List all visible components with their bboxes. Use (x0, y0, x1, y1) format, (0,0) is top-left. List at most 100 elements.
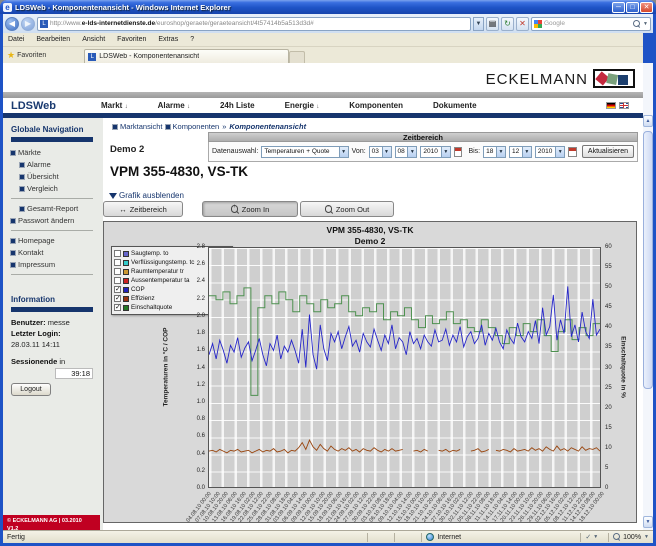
bis-month-select[interactable]: 12▼ (509, 146, 532, 158)
search-input[interactable]: Google ▼ (531, 17, 651, 31)
zoom-out-button[interactable]: −Zoom Out (300, 201, 394, 217)
menu-ansicht[interactable]: Ansicht (82, 36, 105, 43)
sidebar-item-maerkte[interactable]: Märkte (11, 148, 103, 157)
search-dropdown-icon[interactable]: ▼ (643, 21, 648, 27)
chevron-down-icon[interactable]: ▼ (644, 534, 649, 540)
sidebar-item-gesamt-report[interactable]: Gesamt-Report (20, 204, 103, 213)
search-icon[interactable] (633, 20, 641, 28)
chevron-down-icon[interactable]: ▼ (593, 534, 598, 540)
maximize-button[interactable]: □ (626, 2, 639, 13)
right-tick-label: 30 (605, 365, 621, 371)
checkbox[interactable] (114, 304, 121, 311)
address-input[interactable]: L http://www.e-lds-internetdienste.de/eu… (37, 17, 471, 31)
breadcrumb-marktansicht[interactable]: Marktansicht (120, 122, 163, 131)
logout-button[interactable]: Logout (11, 383, 51, 396)
scrollbar-thumb[interactable] (643, 131, 653, 389)
sidebar-heading-information: Information (11, 295, 103, 304)
nav-item-dokumente[interactable]: Dokumente (433, 101, 477, 110)
zoom-level[interactable]: 100% (623, 534, 641, 541)
nav-item-energie[interactable]: Energie ↓ (285, 101, 320, 110)
menu-datei[interactable]: Datei (8, 36, 24, 43)
nav-item-24h-liste[interactable]: 24h Liste (220, 101, 255, 110)
sidebar-item-passwort-aendern[interactable]: Passwort ändern (11, 216, 103, 225)
left-tick-label: 2.4 (189, 278, 205, 284)
von-month-select[interactable]: 08▼ (395, 146, 418, 158)
scroll-down-arrow[interactable]: ▼ (643, 516, 653, 528)
logo-green-square (606, 73, 618, 85)
sidebar-item-kontakt[interactable]: Kontakt (11, 248, 103, 257)
von-calendar-icon[interactable] (454, 147, 463, 157)
nav-item-komponenten[interactable]: Komponenten (349, 101, 403, 110)
von-year-select[interactable]: 2010▼ (420, 146, 450, 158)
right-tick-label: 5 (605, 465, 621, 471)
sidebar-item-homepage[interactable]: Homepage (11, 236, 103, 245)
bis-calendar-icon[interactable] (568, 147, 577, 157)
bis-day-select[interactable]: 18▼ (483, 146, 506, 158)
bullet-icon (11, 151, 15, 155)
favorites-label[interactable]: Favoriten (17, 52, 46, 59)
bis-year-select[interactable]: 2010▼ (535, 146, 565, 158)
stop-button[interactable]: ✕ (516, 17, 529, 31)
von-day-select[interactable]: 03▼ (369, 146, 392, 158)
window-icon: e (3, 3, 12, 12)
scroll-up-arrow[interactable]: ▲ (643, 115, 653, 127)
right-tick-label: 15 (605, 425, 621, 431)
plot-area[interactable] (208, 247, 601, 488)
protected-mode-icon[interactable]: ✓ (585, 533, 591, 541)
title-bar[interactable]: e LDSWeb - Komponentenansicht - Windows … (0, 0, 656, 14)
checkbox[interactable] (114, 295, 121, 302)
close-button[interactable]: ✕ (640, 2, 653, 13)
sidebar-item-impressum[interactable]: Impressum (11, 260, 103, 269)
sidebar-item-alarme[interactable]: Alarme (20, 160, 103, 169)
checkbox[interactable] (114, 277, 121, 284)
component-title: VPM 355-4830, VS-TK (110, 164, 248, 179)
right-tick-label: 25 (605, 385, 621, 391)
sidebar-separator (11, 230, 93, 231)
refresh-button[interactable]: ↻ (501, 17, 514, 31)
chevron-down-icon: ▼ (496, 147, 505, 157)
bullet-icon (11, 219, 15, 223)
nav-item-alarme[interactable]: Alarme ↓ (158, 101, 190, 110)
german-flag-icon[interactable] (606, 102, 616, 109)
nav-item-markt[interactable]: Markt ↓ (101, 101, 128, 110)
chevron-down-icon: ↓ (316, 104, 319, 110)
sidebar-item-uebersicht[interactable]: Übersicht (20, 172, 103, 181)
menu-bearbeiten[interactable]: Bearbeiten (36, 36, 70, 43)
main-content: Marktansicht Komponenten » Komponentenan… (103, 118, 643, 530)
browser-tab[interactable]: L LDSWeb - Komponentenansicht (84, 49, 289, 63)
address-dropdown[interactable]: ▼ (473, 17, 484, 31)
session-countdown: 39:18 (55, 368, 93, 379)
back-button[interactable]: ◀ (5, 17, 19, 31)
compatibility-button[interactable]: ▤ (486, 17, 499, 31)
datenauswahl-select[interactable]: Temperaturen + Quote▼ (261, 146, 348, 158)
right-tick-label: 35 (605, 344, 621, 350)
checkbox[interactable] (114, 268, 121, 275)
checkbox[interactable] (114, 259, 121, 266)
minimize-button[interactable]: ─ (612, 2, 625, 13)
vertical-scrollbar[interactable]: ▲ ▼ (643, 63, 653, 530)
sidebar-item-vergleich[interactable]: Vergleich (20, 184, 103, 193)
forward-button[interactable]: ▶ (21, 17, 35, 31)
legend-swatch (123, 260, 129, 266)
main-navigation: LDSWeb Markt ↓ Alarme ↓ 24h Liste Energi… (3, 98, 643, 113)
zeitbereich-button[interactable]: ↔Zeitbereich (103, 201, 183, 217)
checkbox[interactable] (114, 250, 121, 257)
favorites-star-icon[interactable]: ★ (7, 50, 15, 61)
last-login-label: Letzter Login: (11, 329, 103, 338)
menu-favoriten[interactable]: Favoriten (117, 36, 146, 43)
breadcrumb-komponenten[interactable]: Komponenten (173, 122, 220, 131)
legend-swatch (123, 287, 129, 293)
new-tab-stub[interactable] (289, 51, 305, 63)
left-tick-label: 1.6 (189, 347, 205, 353)
triangle-down-icon (109, 193, 117, 199)
aktualisieren-button[interactable]: Aktualisieren (582, 145, 634, 158)
zoom-in-button[interactable]: +Zoom In (202, 201, 298, 217)
english-flag-icon[interactable] (619, 102, 629, 109)
left-tick-label: 1.2 (189, 382, 205, 388)
checkbox[interactable] (114, 286, 121, 293)
graph-toggle-link[interactable]: Grafik ausblenden (109, 191, 184, 200)
datenauswahl-label: Datenauswahl: (212, 148, 258, 155)
bullet-icon (11, 263, 15, 267)
menu-extras[interactable]: Extras (158, 36, 178, 43)
menu-help[interactable]: ? (190, 36, 194, 43)
